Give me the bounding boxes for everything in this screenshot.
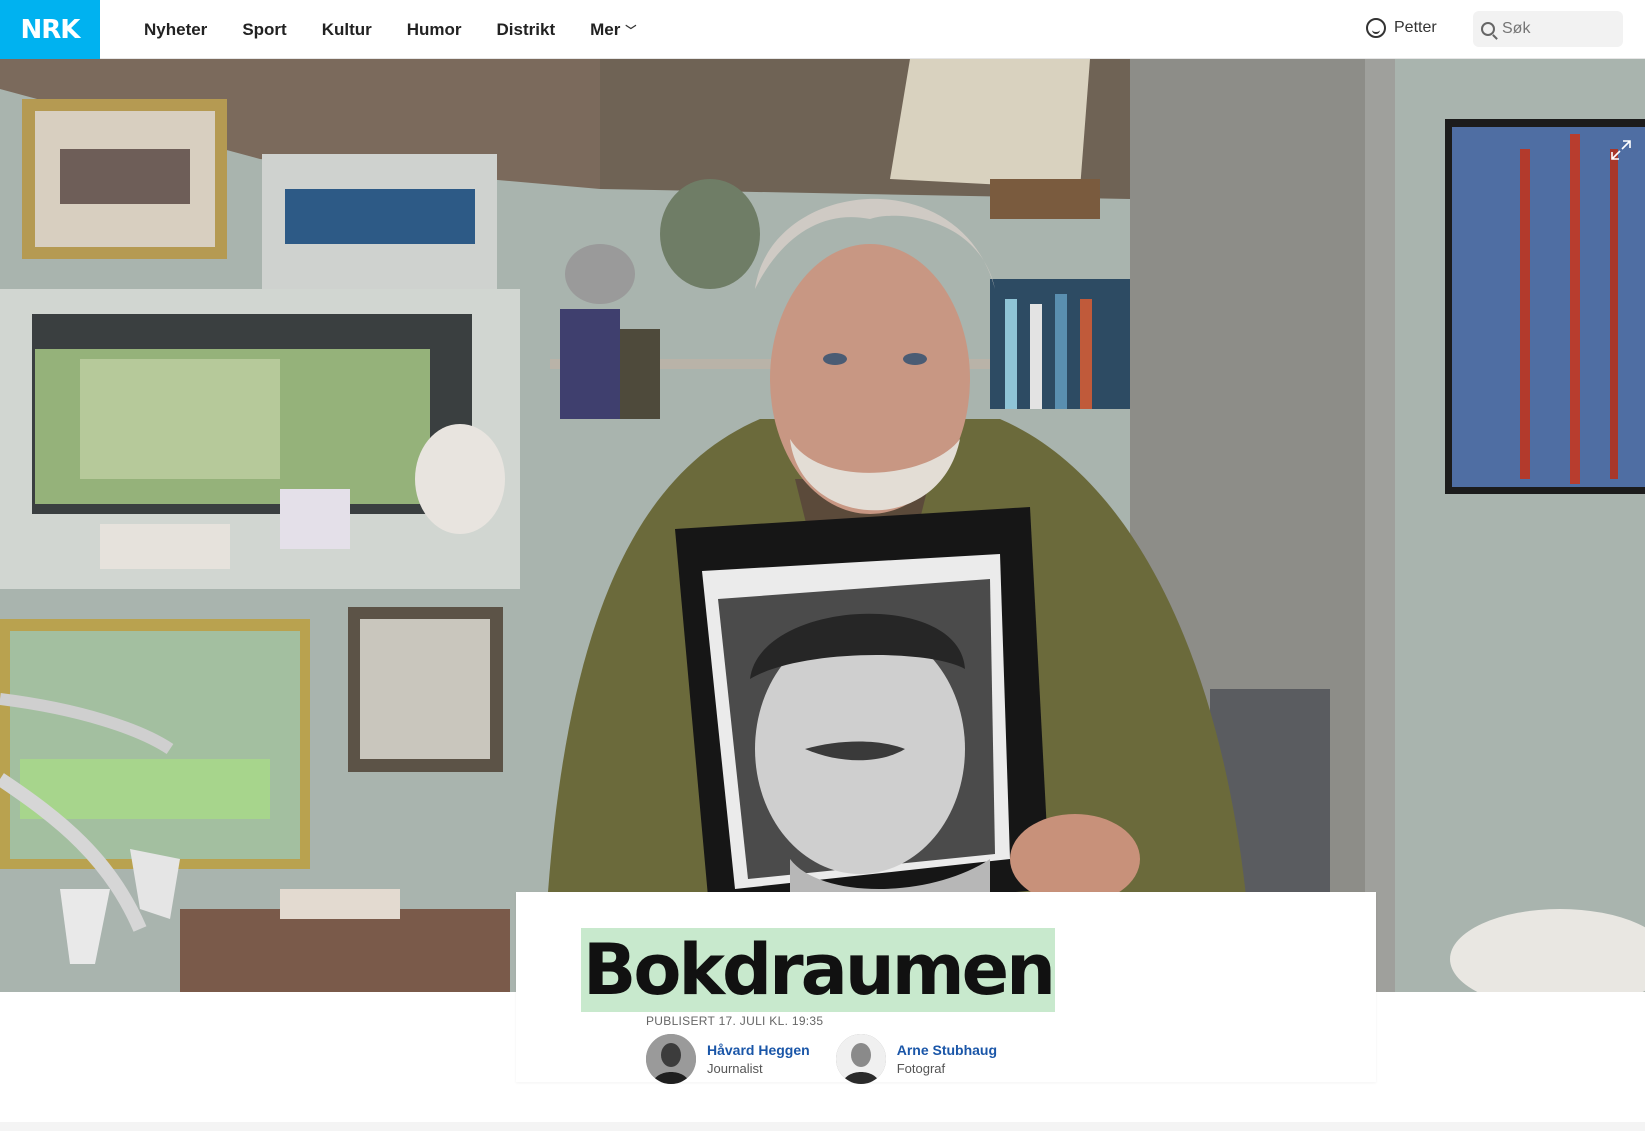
top-navigation-bar: NRK Nyheter Sport Kultur Humor Distrikt … — [0, 0, 1645, 59]
nav-item-kultur[interactable]: Kultur — [322, 20, 372, 40]
expand-icon[interactable] — [1610, 139, 1632, 161]
author-photographer[interactable]: Arne Stubhaug Fotograf — [835, 1034, 997, 1084]
article-title: Bokdraumen — [581, 928, 1056, 1012]
user-menu[interactable]: Petter — [1366, 18, 1437, 38]
article-header-card: Bokdraumen PUBLISERT 17. JULI KL. 19:35 … — [516, 892, 1376, 1084]
logo-text: NRK — [20, 14, 81, 45]
publish-date: PUBLISERT 17. JULI KL. 19:35 — [646, 1014, 824, 1028]
author-name[interactable]: Arne Stubhaug — [897, 1042, 997, 1058]
search-box[interactable] — [1473, 11, 1623, 47]
avatar-portrait — [835, 1034, 886, 1084]
nrk-logo[interactable]: NRK — [0, 0, 100, 59]
avatar-portrait — [646, 1034, 696, 1084]
nav-item-humor[interactable]: Humor — [407, 20, 462, 40]
user-smile-icon — [1366, 18, 1386, 38]
page-divider — [0, 1122, 1645, 1131]
author-journalist[interactable]: Håvard Heggen Journalist — [646, 1034, 810, 1084]
avatar — [835, 1034, 886, 1084]
byline: Håvard Heggen Journalist Arne Stubhaug F… — [646, 1034, 1017, 1084]
chevron-down-icon: ﹀ — [625, 24, 637, 37]
hero-image — [0, 59, 1645, 992]
author-role: Journalist — [707, 1061, 763, 1076]
author-role: Fotograf — [896, 1061, 946, 1076]
nav-item-distrikt[interactable]: Distrikt — [497, 20, 556, 40]
user-name: Petter — [1394, 19, 1437, 36]
nav-item-nyheter[interactable]: Nyheter — [144, 20, 207, 40]
nav-item-mer-label: Mer — [590, 19, 621, 39]
hero-illustration — [0, 59, 1645, 992]
nav-item-mer[interactable]: Mer ﹀ — [590, 20, 636, 40]
avatar — [646, 1034, 696, 1084]
search-icon — [1481, 22, 1495, 36]
search-input[interactable] — [1502, 20, 1612, 38]
nav-item-sport[interactable]: Sport — [242, 20, 286, 40]
author-name[interactable]: Håvard Heggen — [707, 1042, 810, 1058]
main-nav: Nyheter Sport Kultur Humor Distrikt Mer … — [144, 0, 671, 59]
